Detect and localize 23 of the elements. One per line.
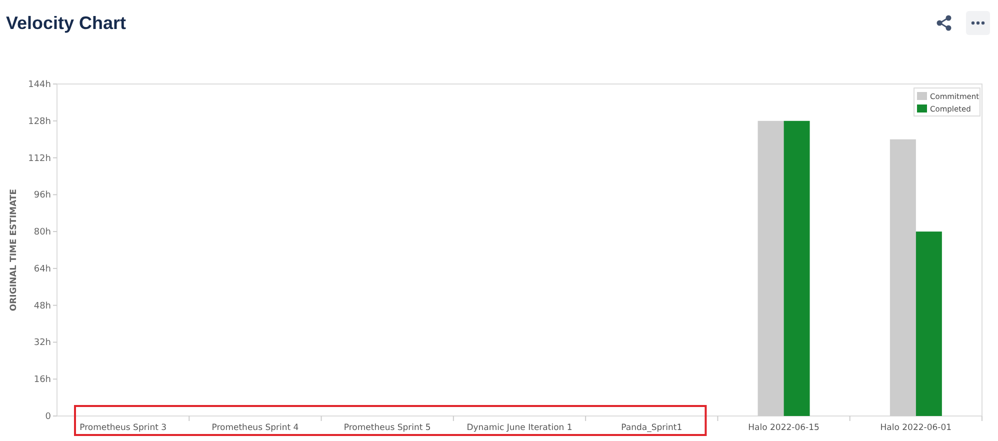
y-tick-label: 16h [34, 375, 51, 386]
y-axis-title: ORIGINAL TIME ESTIMATE [9, 188, 19, 312]
y-tick-label: 32h [34, 338, 51, 348]
y-tick-label: 80h [34, 228, 51, 238]
x-category-label: Prometheus Sprint 3 [80, 423, 167, 433]
y-tick-label: 128h [28, 116, 51, 127]
legend-background [914, 88, 980, 116]
more-button[interactable] [966, 11, 990, 35]
share-icon [936, 15, 952, 31]
x-category-label: Prometheus Sprint 5 [344, 423, 431, 433]
y-tick-label: 0 [45, 412, 51, 422]
y-tick-label: 64h [34, 264, 51, 274]
y-tick-label: 144h [28, 80, 51, 90]
x-category-label: Panda_Sprint1 [621, 423, 682, 433]
x-category-label: Halo 2022-06-01 [880, 423, 952, 433]
y-tick-label: 96h [34, 190, 51, 201]
x-category-label: Prometheus Sprint 4 [212, 423, 299, 433]
x-category-label: Dynamic June Iteration 1 [466, 423, 572, 433]
y-tick-label: 48h [34, 301, 51, 312]
y-tick-label: 112h [28, 154, 51, 164]
more-icon [971, 21, 985, 25]
x-category-label: Halo 2022-06-15 [748, 423, 820, 433]
page-title: Velocity Chart [6, 12, 126, 34]
